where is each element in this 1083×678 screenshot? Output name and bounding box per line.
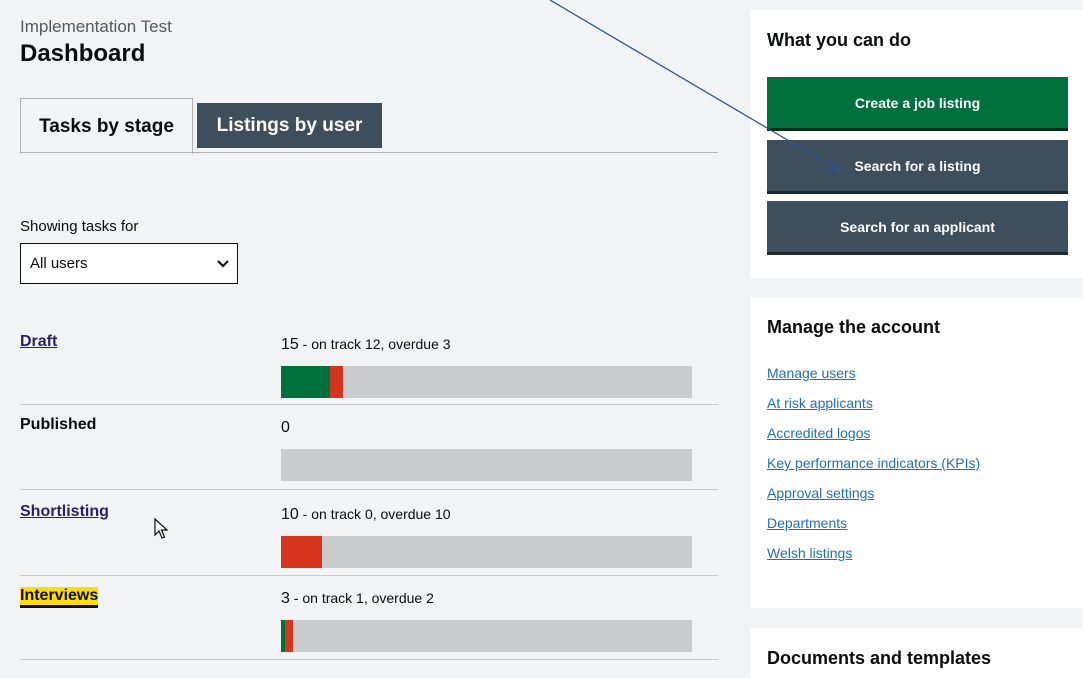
documents-panel: Documents and templates bbox=[750, 628, 1083, 678]
stage-label-published: Published bbox=[20, 416, 97, 433]
row-divider bbox=[20, 659, 718, 660]
stage-link-draft[interactable]: Draft bbox=[20, 333, 57, 351]
page-title: Dashboard bbox=[20, 40, 146, 67]
row-divider bbox=[20, 575, 718, 576]
filter-label: Showing tasks for bbox=[20, 218, 139, 235]
at-risk-applicants-link[interactable]: At risk applicants bbox=[767, 395, 873, 411]
stage-link-interviews[interactable]: Interviews bbox=[20, 587, 99, 605]
stage-progress-bar bbox=[281, 449, 692, 481]
stage-count: 0 bbox=[281, 419, 290, 436]
tab-tasks-by-stage[interactable]: Tasks by stage bbox=[20, 98, 193, 154]
overdue-segment bbox=[330, 366, 343, 398]
departments-link[interactable]: Departments bbox=[767, 515, 847, 531]
mouse-pointer-icon bbox=[154, 518, 168, 539]
manage-account-heading: Manage the account bbox=[767, 317, 941, 337]
main-content: Implementation Test Dashboard Tasks by s… bbox=[0, 0, 740, 678]
row-divider bbox=[20, 404, 718, 405]
manage-users-link[interactable]: Manage users bbox=[767, 365, 856, 381]
tabs-divider bbox=[20, 152, 718, 153]
welsh-listings-link[interactable]: Welsh listings bbox=[767, 545, 852, 561]
stage-progress-bar bbox=[281, 366, 692, 398]
org-name: Implementation Test bbox=[20, 17, 172, 36]
overdue-segment bbox=[285, 620, 294, 652]
search-applicant-button[interactable]: Search for an applicant bbox=[767, 201, 1068, 255]
stage-count: 15 - on track 12, overdue 3 bbox=[281, 336, 451, 353]
manage-account-panel: Manage the account Manage users At risk … bbox=[750, 297, 1083, 608]
user-filter-select[interactable]: All users bbox=[20, 243, 238, 284]
actions-heading: What you can do bbox=[767, 30, 911, 50]
row-divider bbox=[20, 489, 718, 490]
chevron-down-icon bbox=[217, 259, 229, 268]
stage-count: 3 - on track 1, overdue 2 bbox=[281, 590, 434, 607]
tab-listings-by-user[interactable]: Listings by user bbox=[197, 103, 382, 148]
create-job-listing-button[interactable]: Create a job listing bbox=[767, 77, 1068, 131]
stage-progress-bar bbox=[281, 620, 692, 652]
manage-links-list: Manage users At risk applicants Accredit… bbox=[767, 365, 980, 575]
overdue-segment bbox=[281, 536, 323, 568]
documents-heading: Documents and templates bbox=[767, 648, 992, 668]
approval-settings-link[interactable]: Approval settings bbox=[767, 485, 874, 501]
stage-row-draft: Draft 15 - on track 12, overdue 3 bbox=[20, 333, 718, 419]
actions-panel: What you can do Create a job listing Sea… bbox=[750, 10, 1083, 278]
stage-row-shortlisting: Shortlisting 10 - on track 0, overdue 10 bbox=[20, 503, 718, 589]
stage-row-interviews: Interviews 3 - on track 1, overdue 2 bbox=[20, 587, 718, 673]
stage-link-shortlisting[interactable]: Shortlisting bbox=[20, 503, 109, 521]
search-listing-button[interactable]: Search for a listing bbox=[767, 140, 1068, 194]
accredited-logos-link[interactable]: Accredited logos bbox=[767, 425, 871, 441]
kpis-link[interactable]: Key performance indicators (KPIs) bbox=[767, 455, 980, 471]
on-track-segment bbox=[281, 366, 331, 398]
stage-progress-bar bbox=[281, 536, 692, 568]
stage-count: 10 - on track 0, overdue 10 bbox=[281, 506, 451, 523]
user-filter-value: All users bbox=[30, 255, 88, 272]
